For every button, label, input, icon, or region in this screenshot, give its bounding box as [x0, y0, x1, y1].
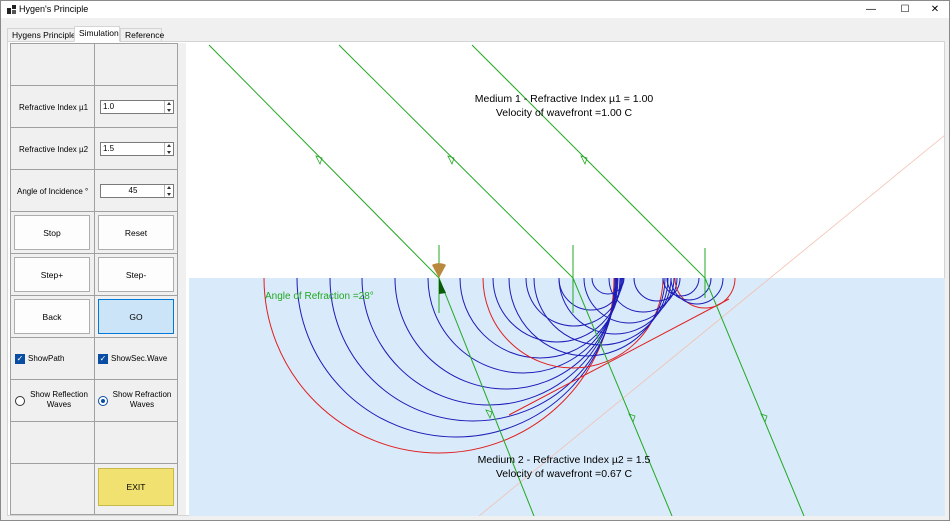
- show-sec-wave-checkbox[interactable]: ✓: [98, 354, 108, 364]
- direction-arrow-icon: [447, 155, 455, 166]
- show-sec-wave-label: ShowSec.Wave: [111, 354, 168, 363]
- tab-hygens-principle[interactable]: Hygens Principle: [7, 28, 76, 42]
- mu1-value: 1.0: [103, 102, 115, 111]
- control-panel: Refractive Index µ1 1.0 Refractive Index…: [10, 43, 186, 515]
- show-refraction-radio[interactable]: [98, 396, 108, 406]
- exit-button[interactable]: EXIT: [98, 468, 174, 506]
- grid-cell: [10, 421, 95, 464]
- direction-arrow-icon: [315, 155, 323, 166]
- medium1-line1: Medium 1 - Refractive Index µ1 = 1.00: [475, 93, 654, 105]
- grid-cell: [94, 43, 178, 86]
- medium1-line2: Velocity of wavefront =1.00 C: [496, 107, 633, 119]
- mu2-value: 1.5: [103, 144, 115, 153]
- mu1-label: Refractive Index µ1: [19, 103, 89, 112]
- mu1-label-cell: Refractive Index µ1: [10, 85, 95, 128]
- app-icon: [7, 5, 16, 14]
- title-bar: Hygen's Principle — ☐ ✕: [1, 1, 949, 18]
- back-button[interactable]: Back: [14, 299, 90, 334]
- angle-label-cell: Angle of Incidence °: [10, 169, 95, 212]
- grid-cell: Back: [10, 295, 95, 338]
- show-reflection-radio[interactable]: [15, 396, 25, 406]
- refraction-angle-label: Angle of Refraction =28°: [265, 291, 374, 302]
- window-title: Hygen's Principle: [19, 4, 89, 14]
- step-minus-button[interactable]: Step-: [98, 257, 174, 292]
- close-button[interactable]: ✕: [921, 1, 949, 18]
- mu2-label: Refractive Index µ2: [19, 145, 89, 154]
- grid-cell: [10, 43, 95, 86]
- tab-reference[interactable]: Reference: [120, 28, 164, 42]
- mu1-spinner[interactable]: 1.0: [100, 100, 174, 114]
- app-window: Hygen's Principle — ☐ ✕ Hygens Principle…: [0, 0, 950, 521]
- go-button[interactable]: GO: [98, 299, 174, 334]
- direction-arrow-icon: [580, 155, 588, 166]
- tab-simulation[interactable]: Simulation: [74, 26, 120, 42]
- simulation-canvas: Medium 1 - Refractive Index µ1 = 1.00 Ve…: [189, 44, 945, 516]
- stop-button[interactable]: Stop: [14, 215, 90, 250]
- grid-cell: GO: [94, 295, 178, 338]
- angle-spinner[interactable]: 45: [100, 184, 174, 198]
- grid-cell: [94, 421, 178, 464]
- grid-cell: Step-: [94, 253, 178, 296]
- angle-label: Angle of Incidence °: [17, 187, 89, 196]
- medium2-line1: Medium 2 - Refractive Index µ2 = 1.5: [478, 454, 651, 466]
- show-reflection-cell: Show Reflection Waves: [10, 379, 95, 422]
- grid-cell: Stop: [10, 211, 95, 254]
- simulation-tab-page: Refractive Index µ1 1.0 Refractive Index…: [7, 41, 945, 516]
- mu2-spinner[interactable]: 1.5: [100, 142, 174, 156]
- mu2-label-cell: Refractive Index µ2: [10, 127, 95, 170]
- angle-input-cell: 45: [94, 169, 178, 212]
- step-plus-button[interactable]: Step+: [14, 257, 90, 292]
- medium2-line2: Velocity of wavefront =0.67 C: [496, 468, 633, 480]
- show-refraction-cell: Show Refraction Waves: [94, 379, 178, 422]
- angle-value: 45: [128, 186, 138, 195]
- maximize-button[interactable]: ☐: [891, 1, 919, 18]
- grid-cell: Reset: [94, 211, 178, 254]
- show-path-cell: ✓ ShowPath: [10, 337, 95, 380]
- spinner-arrows-icon[interactable]: [164, 143, 173, 155]
- show-path-checkbox[interactable]: ✓: [15, 354, 25, 364]
- reset-button[interactable]: Reset: [98, 215, 174, 250]
- mu2-input-cell: 1.5: [94, 127, 178, 170]
- spinner-arrows-icon[interactable]: [164, 101, 173, 113]
- show-path-label: ShowPath: [28, 354, 65, 363]
- show-sec-wave-cell: ✓ ShowSec.Wave: [94, 337, 178, 380]
- grid-cell: Step+: [10, 253, 95, 296]
- grid-cell: EXIT: [94, 463, 178, 515]
- incidence-angle-marker: [432, 263, 446, 278]
- show-reflection-label: Show Reflection Waves: [30, 390, 88, 409]
- spinner-arrows-icon[interactable]: [164, 185, 173, 197]
- grid-cell: [10, 463, 95, 515]
- show-refraction-label: Show Refraction Waves: [112, 390, 172, 409]
- minimize-button[interactable]: —: [857, 1, 885, 18]
- mu1-input-cell: 1.0: [94, 85, 178, 128]
